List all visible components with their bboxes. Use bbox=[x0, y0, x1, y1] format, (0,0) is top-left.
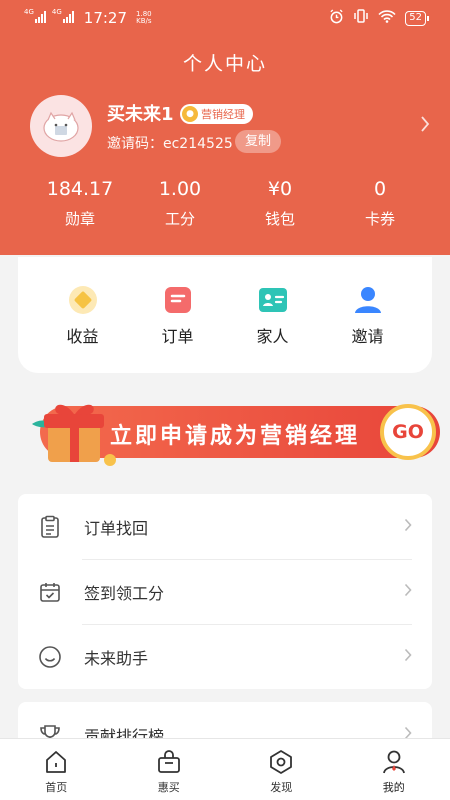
manager-apply-banner[interactable]: 立即申请成为营销经理 GO bbox=[10, 388, 440, 476]
profile-section[interactable]: 买未来1 ● 营销经理 邀请码：ec214525 复制 bbox=[30, 95, 430, 157]
stat-medal[interactable]: 184.17 勋章 bbox=[30, 178, 130, 229]
family-card-icon bbox=[258, 285, 288, 315]
chevron-right-icon bbox=[404, 582, 412, 601]
tab-deals[interactable]: 惠买 bbox=[113, 739, 226, 800]
banner-text: 立即申请成为营销经理 bbox=[110, 424, 361, 449]
stat-value: ¥0 bbox=[267, 178, 293, 200]
avatar-illustration-icon bbox=[43, 111, 79, 142]
menu-list: 订单找回 签到领工分 未来助手 bbox=[18, 494, 432, 689]
role-badge-label: 营销经理 bbox=[201, 108, 245, 121]
menu-item-assistant[interactable]: 未来助手 bbox=[18, 624, 432, 689]
menu-item-label: 签到领工分 bbox=[84, 583, 165, 603]
stat-label: 钱包 bbox=[264, 210, 295, 228]
avatar[interactable] bbox=[30, 95, 92, 157]
profile-icon bbox=[381, 749, 407, 775]
menu-item-checkin[interactable]: 签到领工分 bbox=[18, 559, 432, 624]
copy-button[interactable]: 复制 bbox=[235, 130, 282, 153]
quick-action-label: 家人 bbox=[256, 327, 289, 346]
smile-icon bbox=[38, 645, 62, 669]
tab-label: 首页 bbox=[45, 781, 68, 794]
chevron-right-icon bbox=[404, 517, 412, 536]
tab-home[interactable]: 首页 bbox=[0, 739, 113, 800]
stat-wallet[interactable]: ¥0 钱包 bbox=[230, 178, 330, 229]
battery-indicator: 52 bbox=[405, 10, 429, 26]
tab-label: 发现 bbox=[270, 781, 293, 794]
stat-value: 0 bbox=[373, 178, 387, 200]
quick-action-label: 订单 bbox=[161, 327, 194, 346]
menu-item-label: 订单找回 bbox=[84, 518, 149, 538]
invite-code: 邀请码：ec214525 bbox=[107, 136, 233, 152]
menu-item-label: 未来助手 bbox=[84, 648, 149, 668]
order-icon bbox=[163, 285, 193, 315]
user-icon bbox=[353, 285, 383, 315]
tab-label: 我的 bbox=[382, 781, 405, 794]
go-button[interactable]: GO bbox=[380, 404, 436, 460]
stat-value: 184.17 bbox=[46, 178, 114, 200]
bottom-tab-bar: 首页 惠买 发现 我的 bbox=[0, 738, 450, 800]
stats-row: 184.17 勋章 1.00 工分 ¥0 钱包 0 卡券 bbox=[0, 178, 450, 229]
stat-label: 卡券 bbox=[364, 210, 395, 228]
quick-action-label: 收益 bbox=[66, 327, 99, 346]
home-icon bbox=[43, 749, 69, 775]
clock: 17:27 bbox=[83, 9, 128, 27]
discover-icon bbox=[268, 749, 294, 775]
network-type-label: 4G bbox=[24, 8, 34, 16]
page-title: 个人中心 bbox=[182, 53, 267, 75]
calendar-check-icon bbox=[38, 580, 62, 604]
medal-icon: ● bbox=[182, 106, 198, 122]
tab-discover[interactable]: 发现 bbox=[225, 739, 338, 800]
diamond-icon bbox=[68, 285, 98, 315]
vibrate-icon bbox=[353, 9, 369, 27]
clipboard-icon bbox=[38, 515, 62, 539]
alarm-icon bbox=[329, 8, 344, 28]
role-badge: ● 营销经理 bbox=[180, 104, 253, 124]
quick-action-orders[interactable]: 订单 bbox=[130, 257, 225, 373]
wifi-icon bbox=[378, 9, 396, 27]
stat-work-points[interactable]: 1.00 工分 bbox=[130, 178, 230, 229]
gift-box-icon bbox=[32, 404, 116, 466]
tab-label: 惠买 bbox=[157, 781, 180, 794]
menu-item-order-recovery[interactable]: 订单找回 bbox=[18, 494, 432, 559]
quick-actions-card: 收益 订单 家人 邀请 bbox=[18, 257, 432, 373]
chevron-right-icon bbox=[404, 647, 412, 666]
user-name: 买未来1 bbox=[107, 104, 174, 125]
signal-icon: 4G bbox=[24, 9, 46, 27]
quick-action-earnings[interactable]: 收益 bbox=[35, 257, 130, 373]
stat-coupons[interactable]: 0 卡券 bbox=[330, 178, 430, 229]
shopping-bag-icon bbox=[156, 749, 182, 775]
stat-label: 工分 bbox=[164, 210, 195, 228]
signal-icon-2: 4G bbox=[52, 9, 74, 27]
stat-label: 勋章 bbox=[64, 210, 95, 228]
status-bar: 4G 4G 17:27 1.80 KB/s 52 bbox=[0, 0, 450, 36]
network-type-label-2: 4G bbox=[51, 8, 62, 16]
chevron-right-icon[interactable] bbox=[420, 115, 430, 137]
quick-action-family[interactable]: 家人 bbox=[225, 257, 320, 373]
network-speed: 1.80 KB/s bbox=[136, 11, 152, 25]
header: 4G 4G 17:27 1.80 KB/s 52 个人中心 买未来1 ● 营销经… bbox=[0, 0, 450, 255]
quick-action-label: 邀请 bbox=[351, 327, 384, 346]
tab-mine[interactable]: 我的 bbox=[338, 739, 450, 800]
speed-unit: KB/s bbox=[136, 17, 152, 25]
quick-action-invite[interactable]: 邀请 bbox=[320, 257, 415, 373]
stat-value: 1.00 bbox=[158, 178, 202, 200]
